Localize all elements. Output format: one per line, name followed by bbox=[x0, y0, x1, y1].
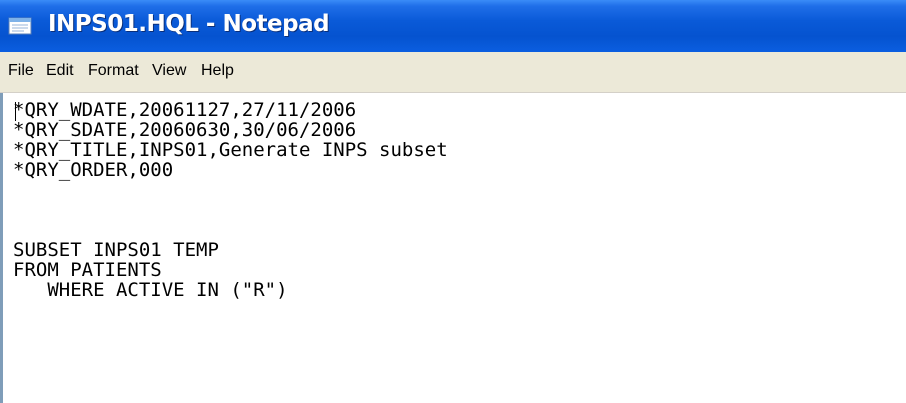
menu-file[interactable]: File bbox=[8, 62, 34, 80]
text-caret bbox=[15, 102, 16, 121]
text-editor-area[interactable]: *QRY_WDATE,20061127,27/11/2006 *QRY_SDAT… bbox=[0, 93, 906, 403]
window-title: INPS01.HQL - Notepad bbox=[48, 11, 330, 37]
menu-format[interactable]: Format bbox=[88, 62, 139, 80]
menu-bar: File Edit Format View Help bbox=[0, 52, 906, 93]
notepad-icon bbox=[8, 17, 32, 35]
menu-edit[interactable]: Edit bbox=[46, 62, 74, 80]
title-bar[interactable]: INPS01.HQL - Notepad bbox=[0, 0, 906, 52]
notepad-window: INPS01.HQL - Notepad File Edit Format Vi… bbox=[0, 0, 906, 403]
menu-view[interactable]: View bbox=[152, 62, 186, 80]
menu-help[interactable]: Help bbox=[201, 62, 234, 80]
editor-content[interactable]: *QRY_WDATE,20061127,27/11/2006 *QRY_SDAT… bbox=[13, 100, 448, 300]
